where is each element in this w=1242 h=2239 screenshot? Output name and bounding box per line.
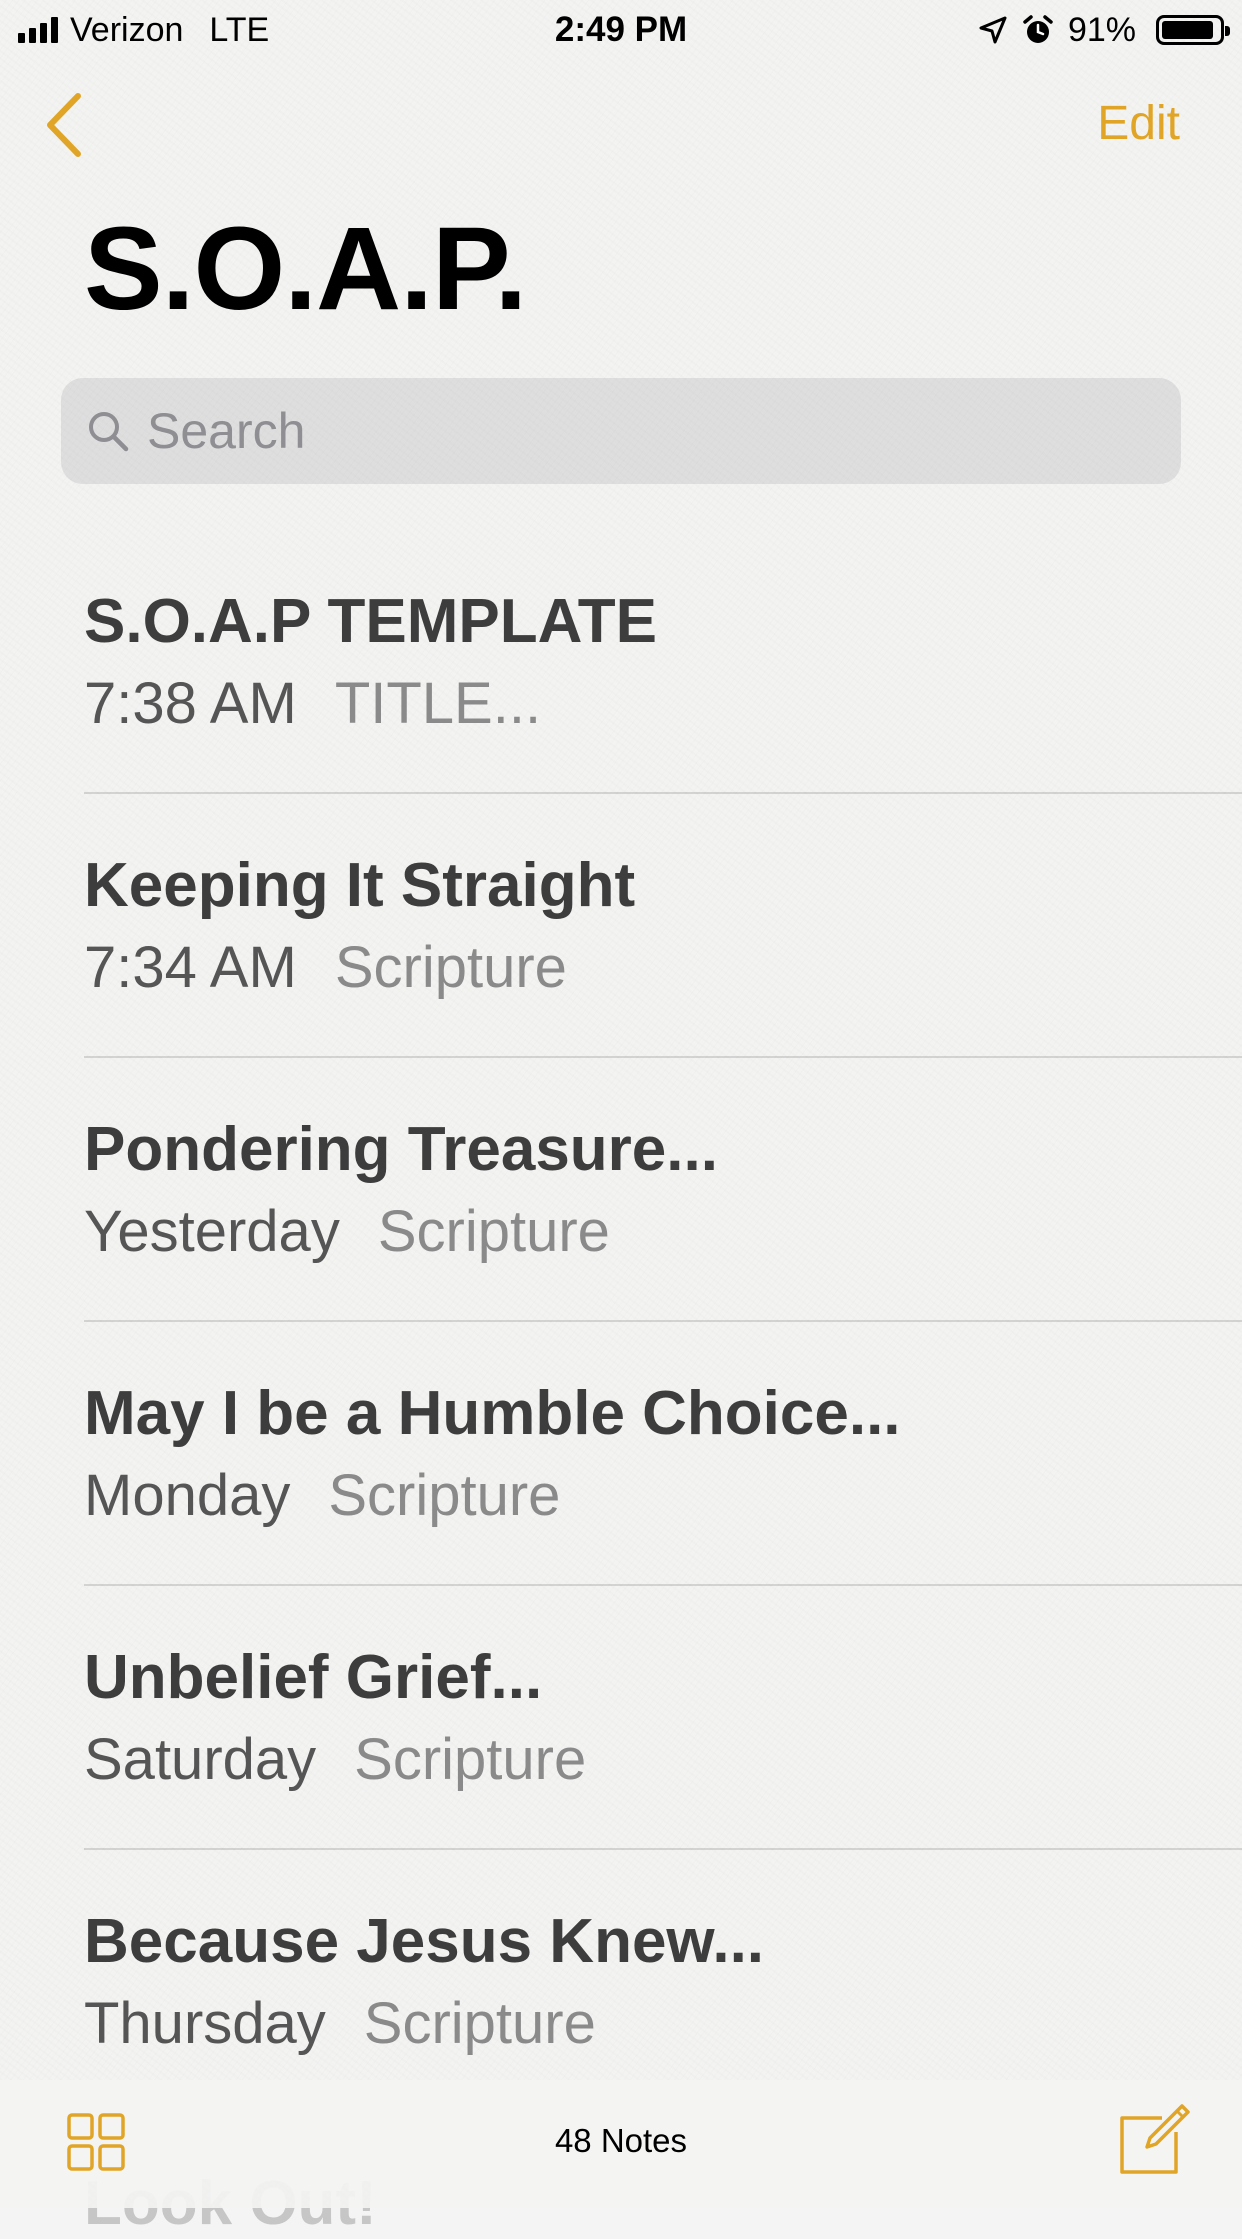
note-date: Monday (84, 1463, 291, 1528)
note-title: Keeping It Straight (84, 851, 636, 920)
page-title: S.O.A.P. (84, 203, 527, 335)
note-preview: Scripture (354, 1727, 587, 1792)
alarm-icon (1023, 15, 1053, 43)
battery-cap (1225, 26, 1230, 36)
battery-fill (1162, 21, 1213, 39)
note-title: S.O.A.P TEMPLATE (84, 587, 657, 656)
back-button[interactable] (40, 90, 90, 160)
note-count: 48 Notes (554, 2122, 688, 2159)
list-item[interactable]: May I be a Humble Choice... Monday Script… (0, 1322, 1242, 1586)
battery-percent: 91% (1067, 10, 1136, 49)
note-preview: Scripture (363, 1991, 596, 2056)
bottom-toolbar: 48 Notes (0, 2080, 1242, 2208)
search-icon (83, 406, 133, 456)
note-title: Pondering Treasure... (84, 1115, 718, 1184)
note-meta: Yesterday Scripture (84, 1198, 610, 1265)
note-date: 7:34 AM (84, 935, 297, 1000)
search-input[interactable] (145, 401, 1129, 461)
list-item[interactable]: S.O.A.P TEMPLATE 7:38 AM TITLE... (0, 530, 1242, 794)
note-date: Thursday (84, 1991, 326, 2056)
note-date: Saturday (84, 1727, 317, 1792)
list-item[interactable]: Unbelief Grief... Saturday Scripture (0, 1586, 1242, 1850)
battery-icon (1156, 15, 1230, 45)
search-bar[interactable] (61, 378, 1181, 484)
note-preview: Scripture (377, 1199, 610, 1264)
list-item[interactable]: Because Jesus Knew... Thursday Scripture (0, 1850, 1242, 2114)
location-arrow-icon (979, 16, 1007, 44)
note-preview: Scripture (334, 935, 567, 1000)
notes-list: S.O.A.P TEMPLATE 7:38 AM TITLE... Keeping… (0, 530, 1242, 2114)
note-date: 7:38 AM (84, 671, 297, 736)
note-title: Because Jesus Knew... (84, 1907, 765, 1976)
list-item[interactable]: Keeping It Straight 7:34 AM Scripture (0, 794, 1242, 1058)
list-item[interactable]: Pondering Treasure... Yesterday Scripture (0, 1058, 1242, 1322)
compose-button[interactable] (1118, 2102, 1192, 2176)
note-meta: 7:38 AM TITLE... (84, 670, 541, 737)
status-right: 91% (978, 10, 1230, 50)
chevron-left-icon (47, 93, 81, 157)
note-meta: Monday Scripture (84, 1462, 560, 1529)
note-meta: 7:34 AM Scripture (84, 934, 567, 1001)
compose-icon (1120, 2104, 1190, 2174)
note-preview: TITLE... (334, 671, 542, 736)
note-meta: Thursday Scripture (84, 1990, 596, 2057)
note-title: May I be a Humble Choice... (84, 1379, 901, 1448)
note-preview: Scripture (328, 1463, 561, 1528)
status-bar: Verizon LTE 2:49 PM 91% (0, 0, 1242, 60)
note-date: Yesterday (84, 1199, 340, 1264)
note-title: Unbelief Grief... (84, 1643, 543, 1712)
edit-button[interactable]: Edit (1097, 96, 1180, 151)
note-meta: Saturday Scripture (84, 1726, 586, 1793)
